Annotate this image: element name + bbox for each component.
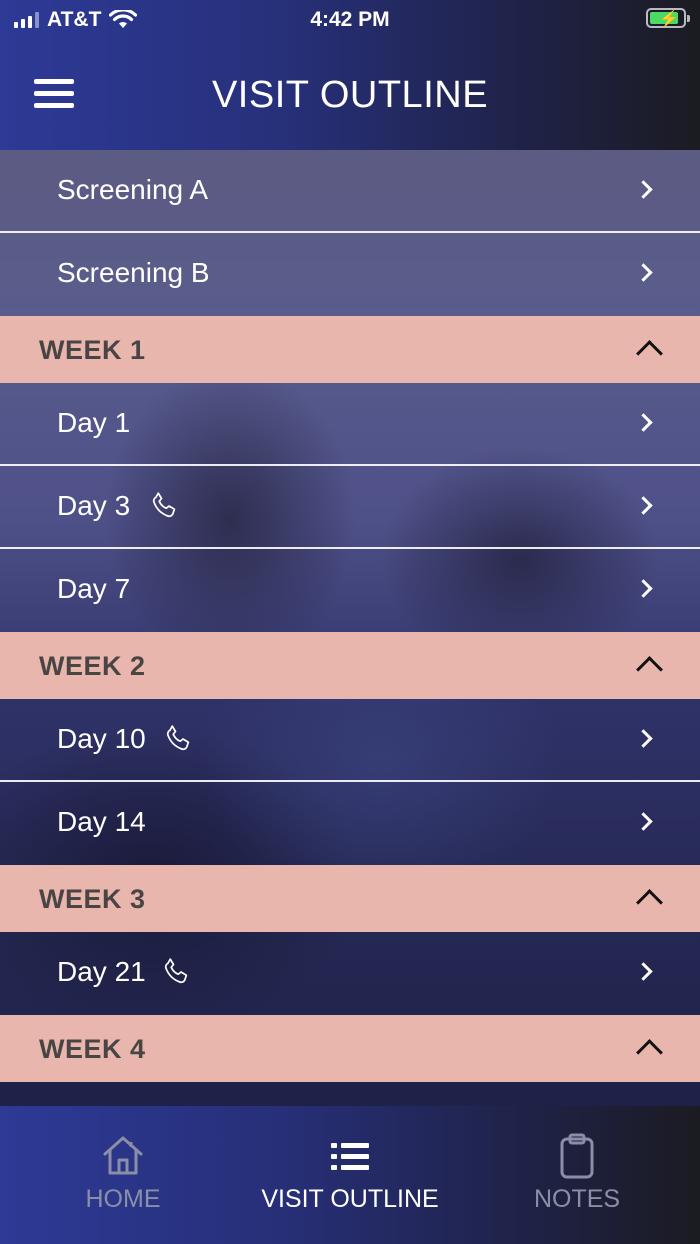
battery-charging-icon: ⚡ [646,8,690,28]
chevron-up-icon[interactable] [636,1039,663,1066]
tab-visit-outline[interactable]: VISIT OUTLINE [245,1106,455,1244]
tab-label: VISIT OUTLINE [261,1185,439,1213]
phone-icon [152,492,176,518]
week-header-1[interactable]: WEEK 1 [0,316,700,383]
phone-icon [166,725,190,751]
visit-label: Screening B [57,257,210,288]
visit-label: Day 10 [57,723,146,754]
visit-row-day-14[interactable]: Day 14 [0,782,700,865]
chevron-right-icon [634,729,653,748]
visit-outline-list: Screening A Screening B WEEK 1 Day 1 Day… [0,150,700,1106]
week-header-2[interactable]: WEEK 2 [0,632,700,699]
clipboard-icon [560,1133,594,1179]
visit-row-day-1[interactable]: Day 1 [0,383,700,466]
phone-icon [164,958,188,984]
visit-row-screening-b[interactable]: Screening B [0,233,700,316]
tab-label: HOME [85,1185,161,1213]
visit-label: Day 7 [57,573,131,604]
visit-row-screening-a[interactable]: Screening A [0,150,700,233]
visit-row-day-3[interactable]: Day 3 [0,466,700,549]
week-label: WEEK 1 [39,335,146,365]
chevron-up-icon[interactable] [636,889,663,916]
chevron-right-icon [634,263,653,282]
visit-label: Day 1 [57,407,131,438]
status-bar: AT&T 4:42 PM ⚡ [0,0,700,40]
visit-row-day-7[interactable]: Day 7 [0,549,700,632]
week-header-3[interactable]: WEEK 3 [0,865,700,932]
page-title: VISIT OUTLINE [211,74,489,116]
home-icon [103,1136,143,1175]
list-icon [331,1143,369,1170]
visit-row-day-21[interactable]: Day 21 [0,932,700,1015]
tab-home[interactable]: HOME [48,1106,198,1244]
week-label: WEEK 2 [39,651,146,681]
visit-label: Screening A [57,174,208,205]
week-label: WEEK 4 [39,1034,146,1064]
chevron-right-icon [634,812,653,831]
visit-label: Day 3 [57,490,131,521]
chevron-right-icon [634,579,653,598]
visit-row-day-10[interactable]: Day 10 [0,699,700,782]
status-time: 4:42 PM [310,8,390,31]
tab-label: NOTES [533,1185,621,1213]
tab-notes[interactable]: NOTES [502,1106,652,1244]
chevron-right-icon [634,413,653,432]
chevron-right-icon [634,496,653,515]
week-header-4[interactable]: WEEK 4 [0,1015,700,1082]
chevron-right-icon [634,180,653,199]
chevron-up-icon[interactable] [636,340,663,367]
visit-label: Day 21 [57,956,146,987]
visit-label: Day 14 [57,806,146,837]
week-label: WEEK 3 [39,884,146,914]
chevron-up-icon[interactable] [636,656,663,683]
chevron-right-icon [634,962,653,981]
bottom-tab-bar: HOME VISIT OUTLINE NOTES [0,1106,700,1244]
